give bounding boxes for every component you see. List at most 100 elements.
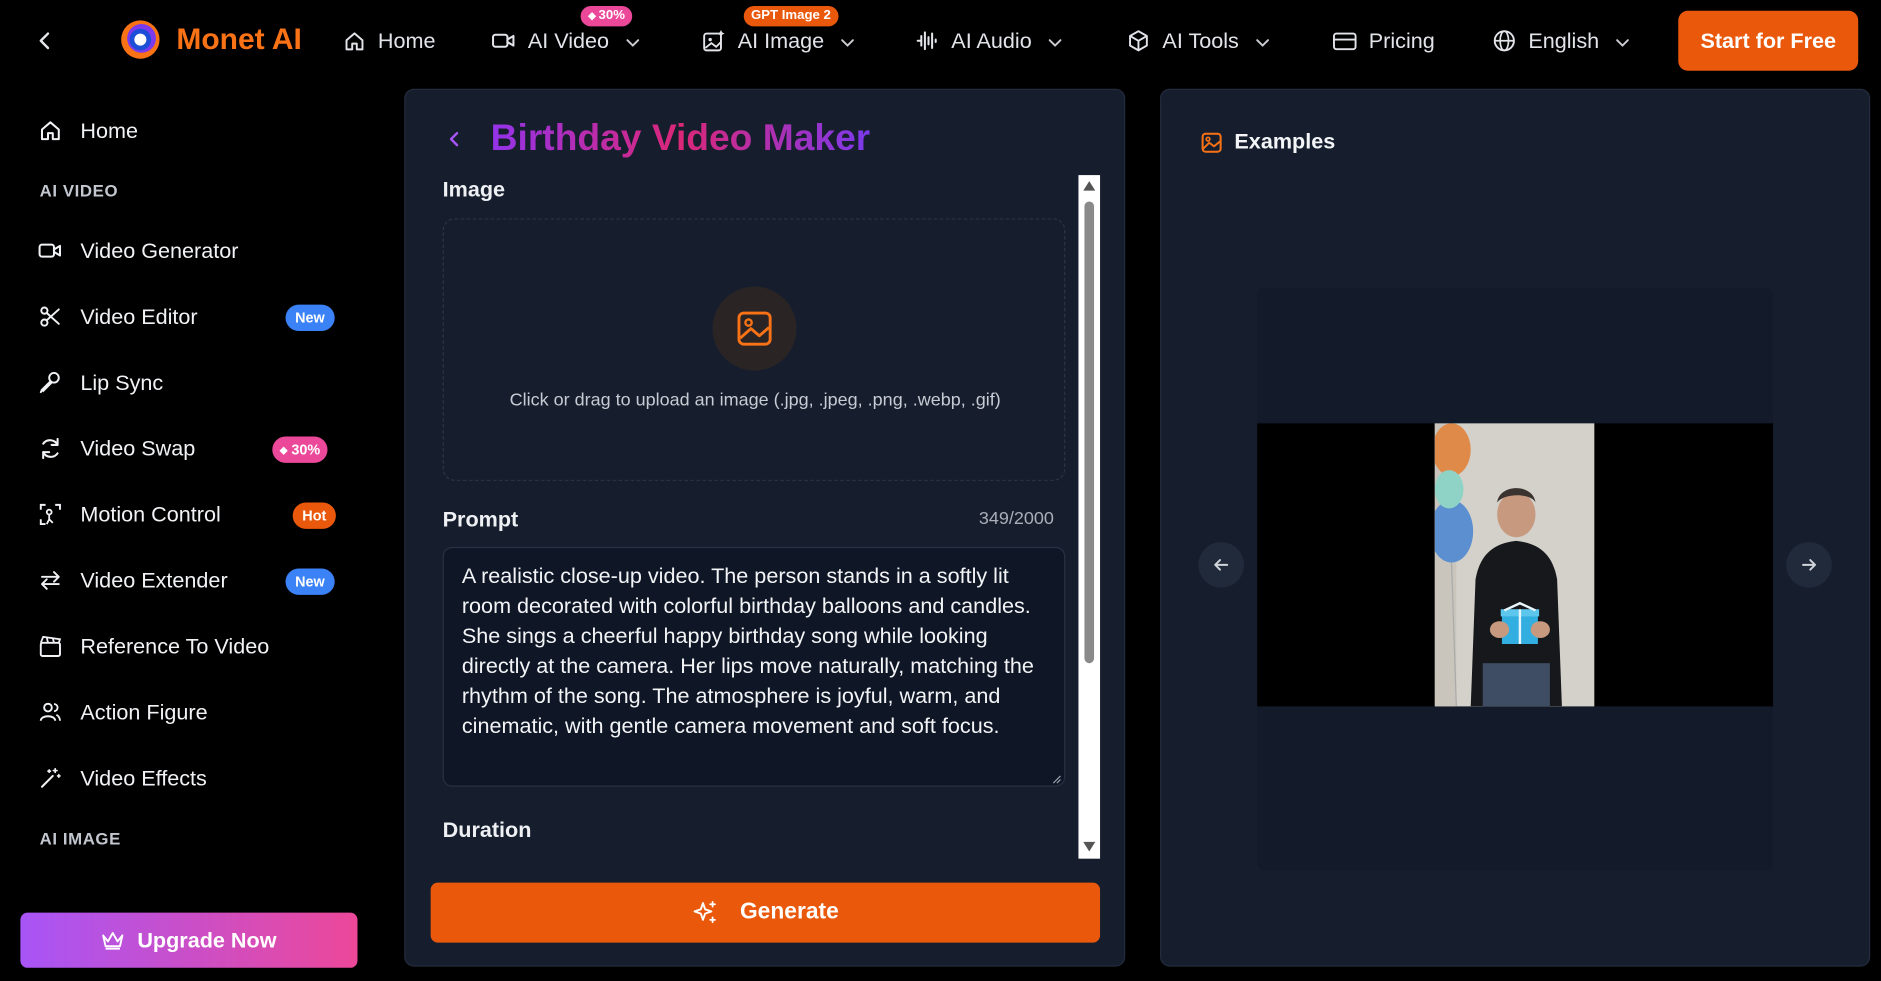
- new-badge: New: [285, 304, 335, 331]
- nav-home-label: Home: [377, 28, 436, 53]
- monet-logo-icon[interactable]: [119, 18, 162, 61]
- duration-label: Duration: [442, 817, 532, 842]
- image-upload-dropzone[interactable]: Click or drag to upload an image (.jpg, …: [442, 218, 1066, 481]
- scissors-icon: [38, 305, 62, 335]
- upgrade-now-button[interactable]: Upgrade Now: [20, 912, 358, 968]
- back-chevron-icon[interactable]: [37, 31, 54, 50]
- audio-wave-icon: [915, 29, 939, 53]
- sidebar-item-label: Video Extender: [80, 568, 228, 593]
- sidebar-item-label: Home: [80, 118, 138, 143]
- sidebar-item-label: Action Figure: [80, 700, 208, 725]
- nav-ai-video[interactable]: AI Video: [492, 26, 639, 55]
- sidebar-item-label: Video Swap: [80, 436, 196, 461]
- brand-name[interactable]: Monet AI: [176, 23, 302, 58]
- generate-button[interactable]: Generate: [430, 882, 1101, 943]
- nav-home[interactable]: Home: [343, 26, 435, 55]
- clapperboard-icon: [38, 634, 62, 664]
- nav-ai-video-label: AI Video: [527, 28, 610, 53]
- sidebar-item-video-extender[interactable]: Video Extender New: [38, 562, 350, 598]
- sidebar-item-reference-to-video[interactable]: Reference To Video: [38, 628, 350, 664]
- chevron-down-icon: [1048, 28, 1062, 53]
- arrow-right-icon: [1799, 555, 1818, 574]
- home-icon: [38, 119, 62, 149]
- sidebar-item-label: Video Generator: [80, 238, 239, 263]
- example-video[interactable]: [1257, 423, 1774, 707]
- video-camera-icon: [492, 30, 516, 52]
- nav-ai-tools[interactable]: AI Tools: [1126, 26, 1269, 55]
- refresh-icon: [38, 437, 62, 467]
- scrollbar-thumb[interactable]: [1084, 201, 1095, 664]
- start-for-free-button[interactable]: Start for Free: [1678, 10, 1859, 71]
- example-video-frame: [1434, 423, 1595, 707]
- new-badge: New: [285, 568, 335, 595]
- carousel-next-button[interactable]: [1786, 542, 1832, 588]
- nav-ai-image-label: AI Image: [737, 28, 825, 53]
- person-with-gift-illustration: [1434, 423, 1595, 707]
- back-chevron-icon[interactable]: [447, 130, 461, 149]
- sidebar-item-label: Video Editor: [80, 304, 198, 329]
- resize-handle-icon[interactable]: [1052, 775, 1062, 785]
- credit-card-icon: [1333, 30, 1357, 52]
- chevron-down-icon: [626, 28, 639, 53]
- sidebar-item-label: Motion Control: [80, 502, 221, 527]
- crown-icon: [101, 929, 125, 951]
- prompt-character-count: 349/2000: [978, 508, 1054, 529]
- sidebar-item-home[interactable]: Home: [38, 113, 350, 149]
- examples-panel: Examples: [1160, 88, 1871, 967]
- nav-ai-video-badge: ◆ 30%: [580, 5, 633, 27]
- upgrade-now-label: Upgrade Now: [137, 927, 277, 952]
- magic-wand-icon: [38, 766, 62, 796]
- sidebar-item-label: Reference To Video: [80, 634, 270, 659]
- nav-pricing[interactable]: Pricing: [1333, 26, 1435, 55]
- sidebar-item-video-generator[interactable]: Video Generator: [38, 233, 350, 269]
- scroll-down-arrow-icon[interactable]: [1083, 841, 1096, 852]
- sidebar-item-lip-sync[interactable]: Lip Sync: [38, 365, 350, 401]
- examples-title: Examples: [1234, 129, 1336, 154]
- motion-icon: [38, 502, 62, 532]
- nav-ai-audio[interactable]: AI Audio: [915, 26, 1062, 55]
- sidebar-item-label: Video Effects: [80, 766, 207, 791]
- video-camera-icon: [38, 239, 62, 269]
- prompt-textarea[interactable]: A realistic close-up video. The person s…: [442, 546, 1066, 787]
- hot-badge: Hot: [292, 502, 336, 529]
- language-selector[interactable]: English: [1492, 26, 1629, 55]
- sidebar-item-video-effects[interactable]: Video Effects: [38, 760, 350, 796]
- page-title: Birthday Video Maker: [490, 116, 871, 159]
- chevron-down-icon: [1616, 28, 1629, 53]
- upload-icon-circle: [712, 286, 797, 371]
- example-carousel: [1257, 287, 1774, 871]
- sidebar: Home AI VIDEO Video Generator Video Edit…: [0, 84, 381, 981]
- sidebar-item-video-swap[interactable]: Video Swap ◆ 30%: [38, 431, 350, 467]
- section-heading-ai-image: AI IMAGE: [39, 828, 121, 848]
- cube-icon: [1126, 29, 1150, 53]
- sidebar-item-motion-control[interactable]: Motion Control Hot: [38, 496, 350, 532]
- sidebar-item-video-editor[interactable]: Video Editor New: [38, 299, 350, 335]
- nav-pricing-label: Pricing: [1368, 28, 1435, 53]
- nav-ai-tools-label: AI Tools: [1162, 28, 1239, 53]
- carousel-prev-button[interactable]: [1198, 542, 1245, 588]
- image-icon: [1201, 132, 1223, 154]
- sparkle-icon: [692, 899, 718, 925]
- generate-label: Generate: [739, 899, 839, 925]
- users-icon: [38, 700, 62, 730]
- image-sparkle-icon: [702, 29, 726, 53]
- nav-ai-image[interactable]: AI Image: [702, 26, 854, 55]
- microphone-icon: [38, 371, 62, 401]
- tag-icon: ◆: [587, 9, 597, 22]
- home-icon: [343, 29, 366, 52]
- chevron-down-icon: [841, 28, 854, 53]
- sidebar-item-action-figure[interactable]: Action Figure: [38, 694, 350, 730]
- arrow-left-icon: [1212, 555, 1231, 574]
- upload-instructions: Click or drag to upload an image (.jpg, …: [509, 389, 1001, 411]
- sidebar-item-label: Lip Sync: [80, 370, 164, 395]
- image-icon: [735, 309, 773, 347]
- form-scrollbar[interactable]: [1078, 175, 1101, 859]
- arrows-horizontal-icon: [38, 568, 62, 598]
- language-label: English: [1528, 28, 1600, 53]
- nav-ai-audio-label: AI Audio: [951, 28, 1032, 53]
- scroll-up-arrow-icon[interactable]: [1083, 181, 1096, 191]
- generator-form-panel: Birthday Video Maker Image Click or drag…: [404, 88, 1126, 967]
- section-heading-ai-video: AI VIDEO: [39, 181, 119, 201]
- tag-icon: ◆: [279, 443, 288, 456]
- discount-badge: ◆ 30%: [272, 436, 328, 463]
